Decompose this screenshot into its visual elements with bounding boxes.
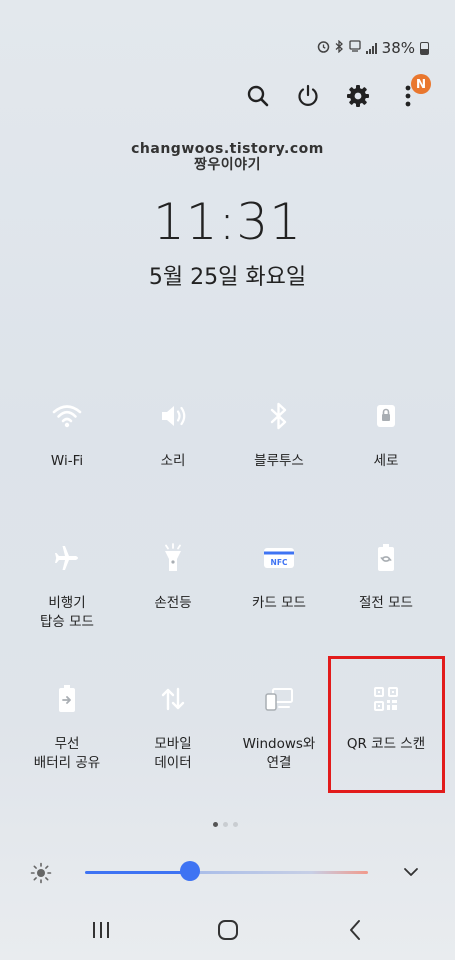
navigation-bar (0, 905, 455, 955)
tile-flashlight-circle[interactable] (146, 531, 200, 585)
home-button[interactable] (203, 905, 253, 955)
watermark: changwoos.tistory.com 짱우이야기 (0, 141, 455, 173)
back-button[interactable] (330, 905, 380, 955)
tile-wireless-powershare[interactable]: 무선 배터리 공유 (14, 672, 120, 773)
tile-airplane-circle[interactable] (40, 531, 94, 585)
search-button[interactable] (245, 80, 271, 112)
watermark-url: changwoos.tistory.com (131, 141, 324, 157)
more-vertical-icon (405, 85, 411, 107)
power-icon (298, 84, 318, 106)
bluetooth-status-icon (335, 39, 344, 57)
page-indicator (213, 822, 238, 827)
page-dot-2 (223, 822, 228, 827)
airplane-icon (55, 546, 78, 570)
tile-flashlight-label: 손전등 (154, 595, 192, 611)
chevron-down-icon[interactable] (402, 863, 420, 885)
recents-button[interactable] (76, 905, 126, 955)
tile-wifi-circle[interactable] (40, 389, 94, 443)
tile-airplane[interactable]: 비행기 탑승 모드 (14, 531, 120, 632)
tile-portrait[interactable]: 세로 (333, 389, 439, 471)
portrait-lock-icon (377, 405, 395, 427)
date[interactable]: 5월 25일 화요일 (0, 259, 455, 291)
battery-percent: 38% (381, 39, 415, 57)
tile-mobile-data-circle[interactable] (146, 672, 200, 726)
more-options-button[interactable]: N (395, 74, 431, 112)
tile-power-saving-circle[interactable] (359, 531, 413, 585)
tile-bluetooth-label: 블루투스 (254, 453, 304, 469)
home-icon (218, 920, 238, 940)
recents-icon (93, 922, 109, 938)
tile-wireless-powershare-label: 무선 배터리 공유 (33, 736, 101, 771)
tile-link-to-windows-circle[interactable] (252, 672, 306, 726)
tile-card-mode-label: 카드 모드 (252, 595, 306, 611)
gear-icon (347, 85, 369, 107)
tile-mobile-data[interactable]: 모바일 데이터 (120, 672, 226, 773)
tile-portrait-label: 세로 (373, 453, 399, 469)
quick-panel-actions: N (245, 74, 431, 112)
back-icon (350, 920, 360, 940)
tile-airplane-label: 비행기 탑승 모드 (40, 595, 94, 630)
power-saving-icon (378, 544, 394, 571)
tile-bluetooth[interactable]: 블루투스 (226, 389, 332, 471)
tile-power-saving[interactable]: 절전 모드 (333, 531, 439, 613)
tile-card-mode-circle[interactable]: NFC (252, 531, 306, 585)
tile-flashlight[interactable]: 손전등 (120, 531, 226, 613)
brightness-track[interactable] (85, 871, 368, 874)
settings-button[interactable] (345, 80, 371, 112)
link-to-windows-icon (265, 688, 293, 711)
battery-icon (420, 41, 429, 55)
notification-badge: N (411, 74, 431, 94)
tile-sound-label: 소리 (160, 453, 186, 469)
watermark-name: 짱우이야기 (194, 157, 261, 173)
brightness-control (30, 858, 430, 888)
tile-wifi[interactable]: Wi-Fi (14, 389, 120, 471)
nfc-icon: NFC (264, 548, 294, 568)
tile-power-saving-label: 절전 모드 (359, 595, 413, 611)
nfc-icon-text: NFC (271, 558, 288, 567)
flashlight-icon (165, 543, 181, 571)
bluetooth-icon (270, 402, 287, 430)
page-dot-3 (233, 822, 238, 827)
tile-link-to-windows[interactable]: Windows와 연결 (226, 672, 332, 773)
power-button[interactable] (295, 80, 321, 112)
tile-card-mode[interactable]: NFC 카드 모드 (226, 531, 332, 613)
page-dot-1 (213, 822, 218, 827)
mobile-data-icon (161, 687, 185, 711)
brightness-thumb[interactable] (179, 861, 200, 881)
signal-icon (365, 42, 377, 54)
wifi-icon (52, 405, 82, 428)
qr-highlight-box (328, 656, 445, 793)
status-bar: 38% (317, 38, 429, 58)
tile-wifi-label: Wi-Fi (50, 453, 84, 469)
search-icon (247, 85, 269, 107)
alarm-icon (317, 39, 330, 57)
wireless-powershare-icon (59, 685, 75, 712)
volume-icon (162, 406, 186, 426)
tile-bluetooth-circle[interactable] (252, 389, 306, 443)
tile-mobile-data-label: 모바일 데이터 (154, 736, 192, 771)
tile-sound-circle[interactable] (146, 389, 200, 443)
tile-sound[interactable]: 소리 (120, 389, 226, 471)
tile-link-to-windows-label: Windows와 연결 (242, 736, 316, 771)
tile-portrait-circle[interactable] (359, 389, 413, 443)
brightness-sun-icon (30, 862, 52, 888)
tile-wireless-powershare-circle[interactable] (40, 672, 94, 726)
volte-icon (349, 39, 361, 57)
clock[interactable]: 11:31 (0, 193, 455, 251)
